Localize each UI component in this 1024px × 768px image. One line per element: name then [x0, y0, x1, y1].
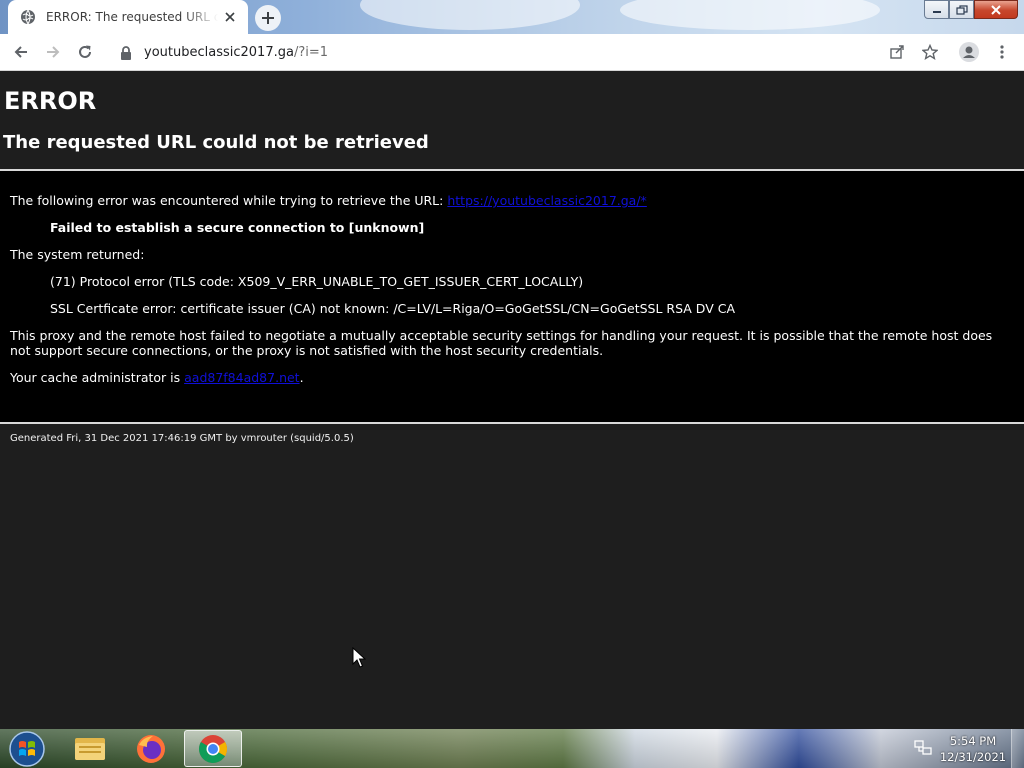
bookmark-button[interactable] — [917, 39, 943, 65]
admin-line: Your cache administrator is aad87f84ad87… — [10, 370, 304, 385]
taskbar-firefox[interactable] — [128, 730, 174, 767]
taskbar-explorer[interactable] — [68, 730, 112, 767]
taskbar: 5:54 PM 12/31/2021 — [0, 729, 1024, 768]
ssl-error: SSL Certficate error: certificate issuer… — [50, 301, 736, 316]
restore-icon — [955, 4, 968, 15]
start-button[interactable] — [6, 730, 48, 767]
taskbar-chrome[interactable] — [184, 730, 242, 767]
divider — [0, 422, 1024, 424]
new-tab-button[interactable] — [255, 5, 281, 31]
admin-email-link[interactable]: aad87f84ad87.net — [184, 370, 299, 385]
arrow-left-icon — [14, 46, 27, 58]
folder-icon — [75, 737, 105, 760]
globe-icon — [21, 9, 35, 25]
arrow-right-icon — [47, 46, 60, 58]
sky-cloud — [620, 0, 880, 30]
chrome-icon — [199, 734, 227, 763]
url-domain: youtubeclassic2017.ga — [144, 45, 294, 60]
footer-text: Generated Fri, 31 Dec 2021 17:46:19 GMT … — [10, 433, 354, 444]
avatar-icon — [959, 42, 979, 62]
firefox-icon — [137, 734, 165, 763]
lock-icon[interactable] — [118, 45, 134, 61]
mouse-cursor-icon — [352, 647, 366, 668]
star-icon — [922, 44, 938, 60]
error-message: Failed to establish a secure connection … — [50, 220, 425, 235]
share-icon — [890, 45, 904, 59]
system-clock[interactable]: 5:54 PM 12/31/2021 — [938, 733, 1008, 765]
explanation-text: This proxy and the remote host failed to… — [10, 328, 993, 358]
intro-line: The following error was encountered whil… — [10, 193, 647, 208]
error-page: ERROR The requested URL could not be ret… — [0, 71, 1024, 729]
network-icon[interactable] — [914, 739, 932, 757]
tab-title: ERROR: The requested URL could not be re… — [46, 10, 218, 24]
minimize-button[interactable] — [924, 0, 949, 19]
profile-button[interactable] — [956, 39, 982, 65]
active-tab[interactable]: ERROR: The requested URL could not be re… — [8, 0, 248, 34]
protocol-error: (71) Protocol error (TLS code: X509_V_ER… — [50, 274, 584, 289]
windows-logo-icon — [9, 730, 45, 767]
minimize-icon — [932, 10, 941, 13]
intro-text: The following error was encountered whil… — [10, 193, 444, 208]
more-vert-icon — [1000, 45, 1004, 59]
error-content: The following error was encountered whil… — [0, 171, 1024, 422]
admin-prefix: Your cache administrator is — [10, 370, 185, 385]
clock-time: 5:54 PM — [949, 734, 997, 748]
close-tab-icon[interactable] — [222, 9, 238, 25]
clock-date: 12/31/2021 — [939, 750, 1007, 764]
back-button[interactable] — [8, 39, 34, 65]
url-text[interactable]: youtubeclassic2017.ga/?i=1 — [144, 45, 328, 60]
url-path: /?i=1 — [293, 45, 329, 60]
menu-button[interactable] — [989, 39, 1015, 65]
page-subtitle: The requested URL could not be retrieved — [3, 132, 429, 153]
window-controls — [924, 0, 1018, 19]
close-window-button[interactable] — [974, 0, 1018, 19]
browser-tab-strip: ERROR: The requested URL could not be re… — [0, 0, 1024, 34]
reload-button[interactable] — [72, 39, 98, 65]
browser-toolbar: youtubeclassic2017.ga/?i=1 — [0, 34, 1024, 71]
close-icon — [991, 4, 1001, 15]
sky-cloud — [360, 0, 580, 30]
share-button[interactable] — [884, 39, 910, 65]
forward-button[interactable] — [40, 39, 66, 65]
requested-url-link[interactable]: https://youtubeclassic2017.ga/* — [447, 193, 646, 208]
address-bar[interactable]: youtubeclassic2017.ga/?i=1 — [108, 38, 950, 67]
system-returned-label: The system returned: — [10, 247, 145, 262]
restore-button[interactable] — [949, 0, 974, 19]
page-title: ERROR — [4, 87, 97, 115]
plus-icon — [262, 12, 274, 24]
admin-suffix: . — [299, 370, 304, 385]
show-desktop-button[interactable] — [1011, 729, 1024, 768]
reload-icon — [79, 45, 91, 58]
